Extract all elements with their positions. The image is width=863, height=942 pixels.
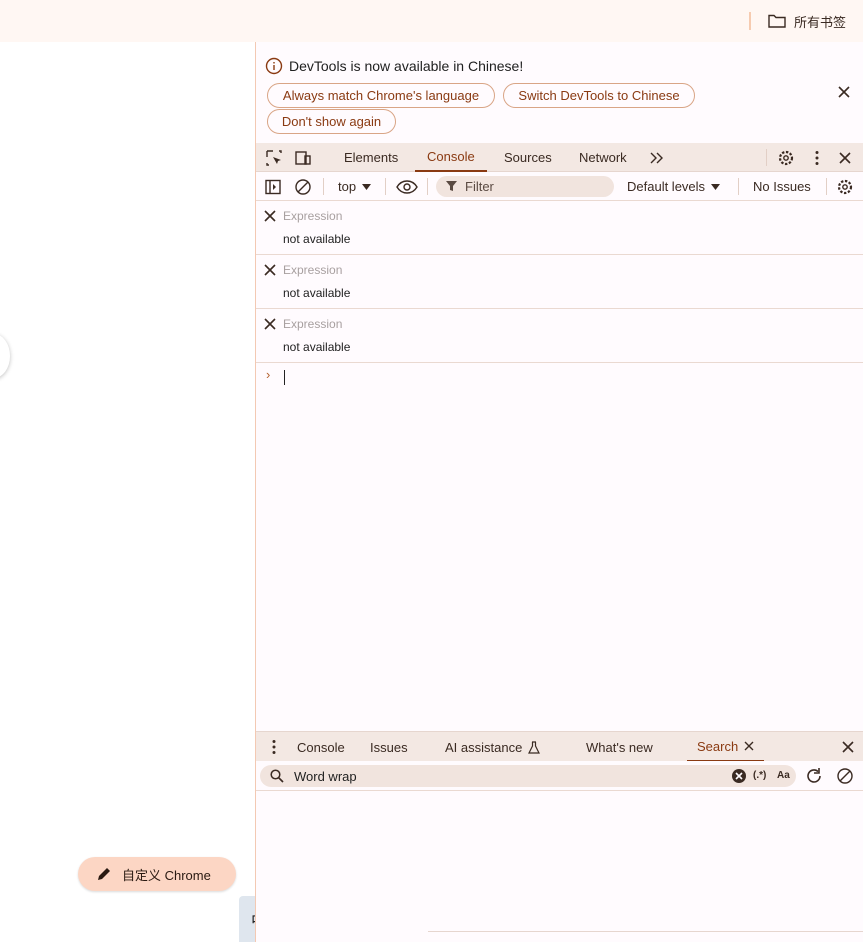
live-expression-eye-icon[interactable] xyxy=(396,178,418,196)
search-toolbar: Word wrap (.*) Aa xyxy=(256,761,863,791)
live-expression: Expression not available xyxy=(256,255,863,309)
infobar-message: DevTools is now available in Chinese! xyxy=(289,58,524,74)
customize-devtools-kebab-icon[interactable] xyxy=(808,149,826,167)
expression-input[interactable]: Expression xyxy=(283,317,342,331)
flask-icon xyxy=(528,740,541,754)
context-selector[interactable]: top xyxy=(338,172,372,201)
infobar-close-icon[interactable] xyxy=(836,84,852,100)
customize-chrome-button[interactable]: 自定义 Chrome xyxy=(78,857,236,891)
console-prompt-chevron: › xyxy=(266,367,271,382)
tab-sources[interactable]: Sources xyxy=(504,143,552,172)
drawer-menu-kebab-icon[interactable] xyxy=(265,738,283,756)
sidebar-toggle-icon[interactable] xyxy=(264,178,282,196)
web-page-area xyxy=(0,42,255,942)
remove-expression-icon[interactable] xyxy=(263,209,277,223)
all-bookmarks-label: 所有书签 xyxy=(794,14,847,30)
context-label: top xyxy=(338,179,357,194)
console-input-caret[interactable] xyxy=(284,370,285,385)
filter-funnel-icon xyxy=(446,181,457,191)
infobar-message-row: DevTools is now available in Chinese! xyxy=(265,57,523,75)
tab-console[interactable]: Console xyxy=(415,143,487,172)
live-expression: Expression not available xyxy=(256,309,863,363)
remove-expression-icon[interactable] xyxy=(263,263,277,277)
regex-toggle[interactable]: (.*) xyxy=(753,770,766,781)
pencil-icon xyxy=(98,868,110,880)
expression-value: not available xyxy=(283,232,351,246)
expression-input[interactable]: Expression xyxy=(283,263,342,277)
close-tab-icon[interactable] xyxy=(744,741,754,751)
all-bookmarks-button[interactable]: 所有书签 xyxy=(768,11,846,31)
more-tabs-icon[interactable] xyxy=(648,149,666,167)
search-icon xyxy=(270,769,284,783)
issues-counter[interactable]: No Issues xyxy=(753,172,811,201)
refresh-search-icon[interactable] xyxy=(805,767,823,785)
search-input[interactable]: Word wrap xyxy=(260,765,796,787)
drawer-tab-whats-new[interactable]: What's new xyxy=(586,732,653,762)
drawer-bottom-divider xyxy=(428,931,863,932)
clear-console-icon[interactable] xyxy=(294,178,312,196)
remove-expression-icon[interactable] xyxy=(263,317,277,331)
tab-elements[interactable]: Elements xyxy=(344,143,398,172)
settings-gear-icon[interactable] xyxy=(777,149,795,167)
live-expression: Expression not available xyxy=(256,201,863,255)
ai-assistance-label: AI assistance xyxy=(445,739,523,755)
tab-network[interactable]: Network xyxy=(579,143,627,172)
inspect-element-icon[interactable] xyxy=(265,149,283,167)
log-levels-label: Default levels xyxy=(627,179,706,194)
expression-value: not available xyxy=(283,340,351,354)
search-tab-label: Search xyxy=(697,738,739,754)
dropdown-arrow-icon xyxy=(711,183,721,190)
close-devtools-icon[interactable] xyxy=(836,149,854,167)
drawer-tab-issues[interactable]: Issues xyxy=(370,732,408,762)
customize-chrome-label: 自定义 Chrome xyxy=(122,867,211,883)
info-icon xyxy=(265,57,283,75)
switch-to-chinese-button[interactable]: Switch DevTools to Chinese xyxy=(503,83,695,108)
clear-search-icon[interactable] xyxy=(731,768,747,784)
filter-placeholder: Filter xyxy=(465,179,494,194)
device-toolbar-icon[interactable] xyxy=(294,149,312,167)
drawer-tabbar: Console Issues AI assistance What's new … xyxy=(256,731,863,762)
close-drawer-icon[interactable] xyxy=(839,738,857,756)
drawer-tab-search[interactable]: Search xyxy=(687,732,765,762)
bookmark-bar: 所有书签 xyxy=(0,0,863,42)
console-filter-input[interactable]: Filter xyxy=(436,176,614,197)
clear-results-icon[interactable] xyxy=(836,767,854,785)
side-panel-handle[interactable] xyxy=(0,334,10,378)
bookmark-separator xyxy=(749,12,751,30)
dropdown-arrow-icon xyxy=(362,183,372,190)
drawer-tab-console[interactable]: Console xyxy=(297,732,345,762)
match-language-button[interactable]: Always match Chrome's language xyxy=(267,83,495,108)
drawer-tab-ai-assistance[interactable]: AI assistance xyxy=(445,732,541,762)
folder-icon xyxy=(768,14,786,28)
devtools-panel: DevTools is now available in Chinese! Al… xyxy=(255,42,863,942)
language-infobar: DevTools is now available in Chinese! Al… xyxy=(256,42,863,143)
console-toolbar: top Filter Default levels No Issues xyxy=(256,172,863,201)
dont-show-again-button[interactable]: Don't show again xyxy=(267,109,396,134)
expression-input[interactable]: Expression xyxy=(283,209,342,223)
search-query: Word wrap xyxy=(294,768,357,784)
match-case-toggle[interactable]: Aa xyxy=(777,770,790,781)
expression-value: not available xyxy=(283,286,351,300)
console-settings-gear-icon[interactable] xyxy=(836,178,854,196)
main-tabbar: Elements Console Sources Network xyxy=(256,143,863,172)
log-levels-dropdown[interactable]: Default levels xyxy=(627,172,721,201)
